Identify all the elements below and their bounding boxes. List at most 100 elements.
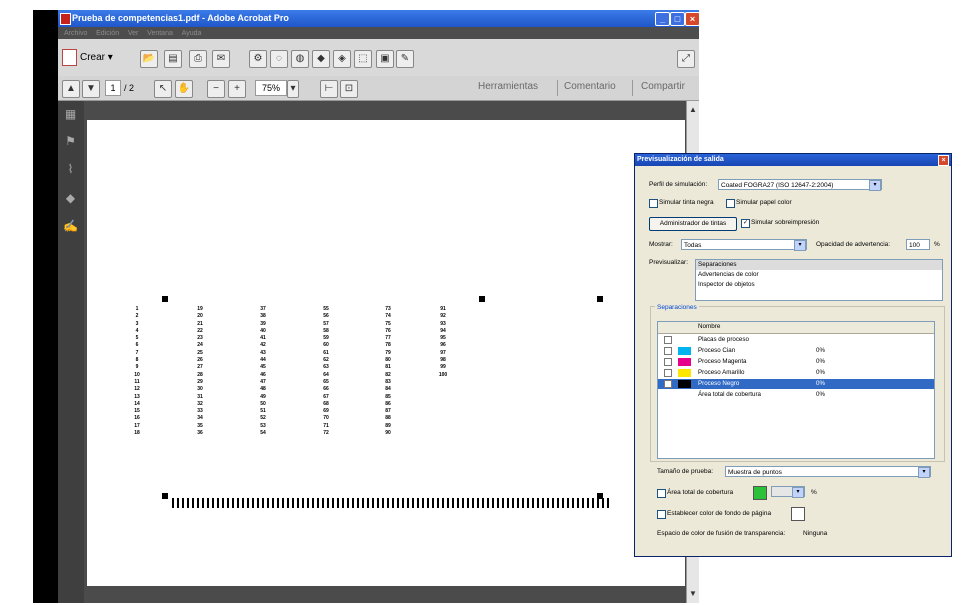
note-icon[interactable]: ◍	[291, 50, 309, 68]
hand-tool-icon[interactable]: ✋	[175, 80, 193, 98]
preview-label: Previsualizar:	[649, 259, 689, 266]
page-thumbnails-icon[interactable]: ▦	[63, 107, 78, 122]
pdf-icon	[60, 13, 71, 25]
barcode-bar	[512, 498, 514, 508]
close-button[interactable]: ×	[685, 12, 700, 26]
sample-size-select[interactable]: Muestra de puntos ▾	[725, 466, 931, 478]
separation-row[interactable]: ✓ Proceso Negro 0%	[658, 379, 934, 389]
page-number-input[interactable]: 1	[105, 80, 121, 96]
number-column: 1 2 3 4 5 6 7 8 9 10 11 12 13 14 15 16 17 18	[127, 306, 147, 437]
column-number: 6	[135, 342, 139, 349]
barcode-bar	[552, 498, 554, 508]
next-page-icon[interactable]: ▼	[82, 80, 100, 98]
page-bg-color-swatch[interactable]	[791, 507, 805, 521]
ink-manager-button[interactable]: Administrador de tintas	[649, 217, 737, 231]
total-coverage-unit: %	[811, 489, 817, 496]
settings-icon[interactable]: ⚙	[249, 50, 267, 68]
save-icon[interactable]: ▤	[164, 50, 182, 68]
zoom-dropdown-icon[interactable]: ▾	[287, 80, 299, 98]
separation-checkbox[interactable]: ✓	[664, 380, 672, 388]
maximize-button[interactable]: □	[670, 12, 685, 26]
barcode-bar	[592, 498, 594, 508]
column-number: 37	[260, 306, 266, 312]
page-bg-checkbox[interactable]	[657, 510, 666, 519]
column-number: 55	[323, 306, 329, 312]
warning-opacity-input[interactable]: 100	[906, 239, 930, 250]
sim-profile-select[interactable]: Coated FOGRA27 (ISO 12647-2:2004) ▾	[718, 179, 882, 191]
number-column: 91 92 93 94 95 96 97 98 99 100	[433, 306, 453, 379]
sim-overprint-checkbox[interactable]: ✓	[741, 219, 750, 228]
separation-checkbox[interactable]	[664, 358, 672, 366]
warning-opacity-unit: %	[934, 241, 940, 248]
open-folder-icon[interactable]: 📂	[140, 50, 158, 68]
expand-icon[interactable]: ⤢	[677, 50, 695, 68]
separation-checkbox[interactable]	[664, 369, 672, 377]
create-button[interactable]: Crear ▾	[62, 49, 113, 67]
zoom-out-icon[interactable]: −	[207, 80, 225, 98]
column-number: 15	[134, 408, 140, 415]
signatures-icon[interactable]: ✍	[63, 219, 78, 234]
show-select[interactable]: Todas ▾	[681, 239, 807, 251]
stamp-icon[interactable]: ◆	[312, 50, 330, 68]
sim-black-ink-checkbox[interactable]	[649, 199, 658, 208]
preview-listbox[interactable]: Separaciones Advertencias de color Inspe…	[695, 259, 943, 301]
separation-row[interactable]: Área total de cobertura 0%	[658, 390, 934, 400]
column-number: 62	[323, 357, 329, 364]
email-icon[interactable]: ✉	[212, 50, 230, 68]
bookmarks-icon[interactable]: ⚑	[63, 134, 78, 149]
barcode-bar	[172, 498, 174, 508]
scroll-down-icon[interactable]: ▼	[688, 589, 698, 599]
separation-checkbox[interactable]	[664, 347, 672, 355]
preview-option-color-warnings[interactable]: Advertencias de color	[696, 270, 942, 280]
separation-checkbox[interactable]	[664, 336, 672, 344]
separation-row[interactable]: Proceso Amarillo 0%	[658, 368, 934, 378]
attach-icon[interactable]: ⬚	[354, 50, 372, 68]
preview-option-object-inspector[interactable]: Inspector de objetos	[696, 280, 942, 290]
sim-paper-color-checkbox[interactable]	[726, 199, 735, 208]
column-number: 61	[323, 349, 329, 356]
fit-page-icon[interactable]: ⊡	[340, 80, 358, 98]
previous-page-icon[interactable]: ▲	[62, 80, 80, 98]
registration-mark	[162, 493, 168, 499]
column-number: 20	[197, 313, 203, 320]
barcode-bar	[577, 498, 579, 508]
separation-row[interactable]: Proceso Cian 0%	[658, 346, 934, 356]
tab-share[interactable]: Compartir	[641, 81, 685, 92]
fit-width-icon[interactable]: ⊢	[320, 80, 338, 98]
separation-row[interactable]: Proceso Magenta 0%	[658, 357, 934, 367]
sim-black-ink-label: Simular tinta negra	[659, 199, 714, 206]
tab-comment[interactable]: Comentario	[564, 81, 616, 92]
sign-icon[interactable]: ✎	[396, 50, 414, 68]
total-coverage-input[interactable]: ▾	[771, 486, 805, 498]
zoom-input[interactable]: 75%	[255, 80, 287, 96]
output-preview-icon[interactable]: ▣	[376, 50, 394, 68]
preview-option-separations[interactable]: Separaciones	[696, 260, 942, 270]
page-content: 1 2 3 4 5 6 7 8 9 10 11 12 13 14 15 16 17 18 19 20 21 22 23 24 2…	[87, 287, 685, 517]
layers-icon[interactable]: ◆	[63, 191, 78, 206]
column-number: 78	[385, 342, 391, 349]
column-number: 86	[385, 400, 391, 407]
column-number: 57	[323, 320, 329, 327]
select-tool-icon[interactable]: ↖	[154, 80, 172, 98]
tab-tools[interactable]: Herramientas	[478, 81, 538, 92]
coverage-color-swatch[interactable]	[753, 486, 767, 500]
comment-icon[interactable]: ◌	[270, 50, 288, 68]
attachments-icon[interactable]: ⌇	[63, 162, 78, 177]
column-number: 39	[260, 320, 266, 327]
barcode-bar	[412, 498, 414, 508]
barcode-bar	[597, 498, 599, 508]
column-number: 31	[197, 393, 203, 400]
separation-percent: 0%	[816, 391, 825, 398]
separation-row[interactable]: Placas de proceso	[658, 335, 934, 345]
total-coverage-checkbox[interactable]	[657, 489, 666, 498]
zoom-in-icon[interactable]: +	[228, 80, 246, 98]
barcode-bar	[492, 498, 494, 508]
print-icon[interactable]: ⎙	[189, 50, 207, 68]
minimize-button[interactable]: _	[655, 12, 670, 26]
column-number: 40	[260, 327, 266, 334]
barcode-bar	[447, 498, 449, 508]
barcode-bar	[217, 498, 219, 508]
scroll-up-icon[interactable]: ▲	[688, 105, 698, 115]
dialog-close-button[interactable]: ×	[938, 155, 949, 166]
highlight-icon[interactable]: ◈	[333, 50, 351, 68]
